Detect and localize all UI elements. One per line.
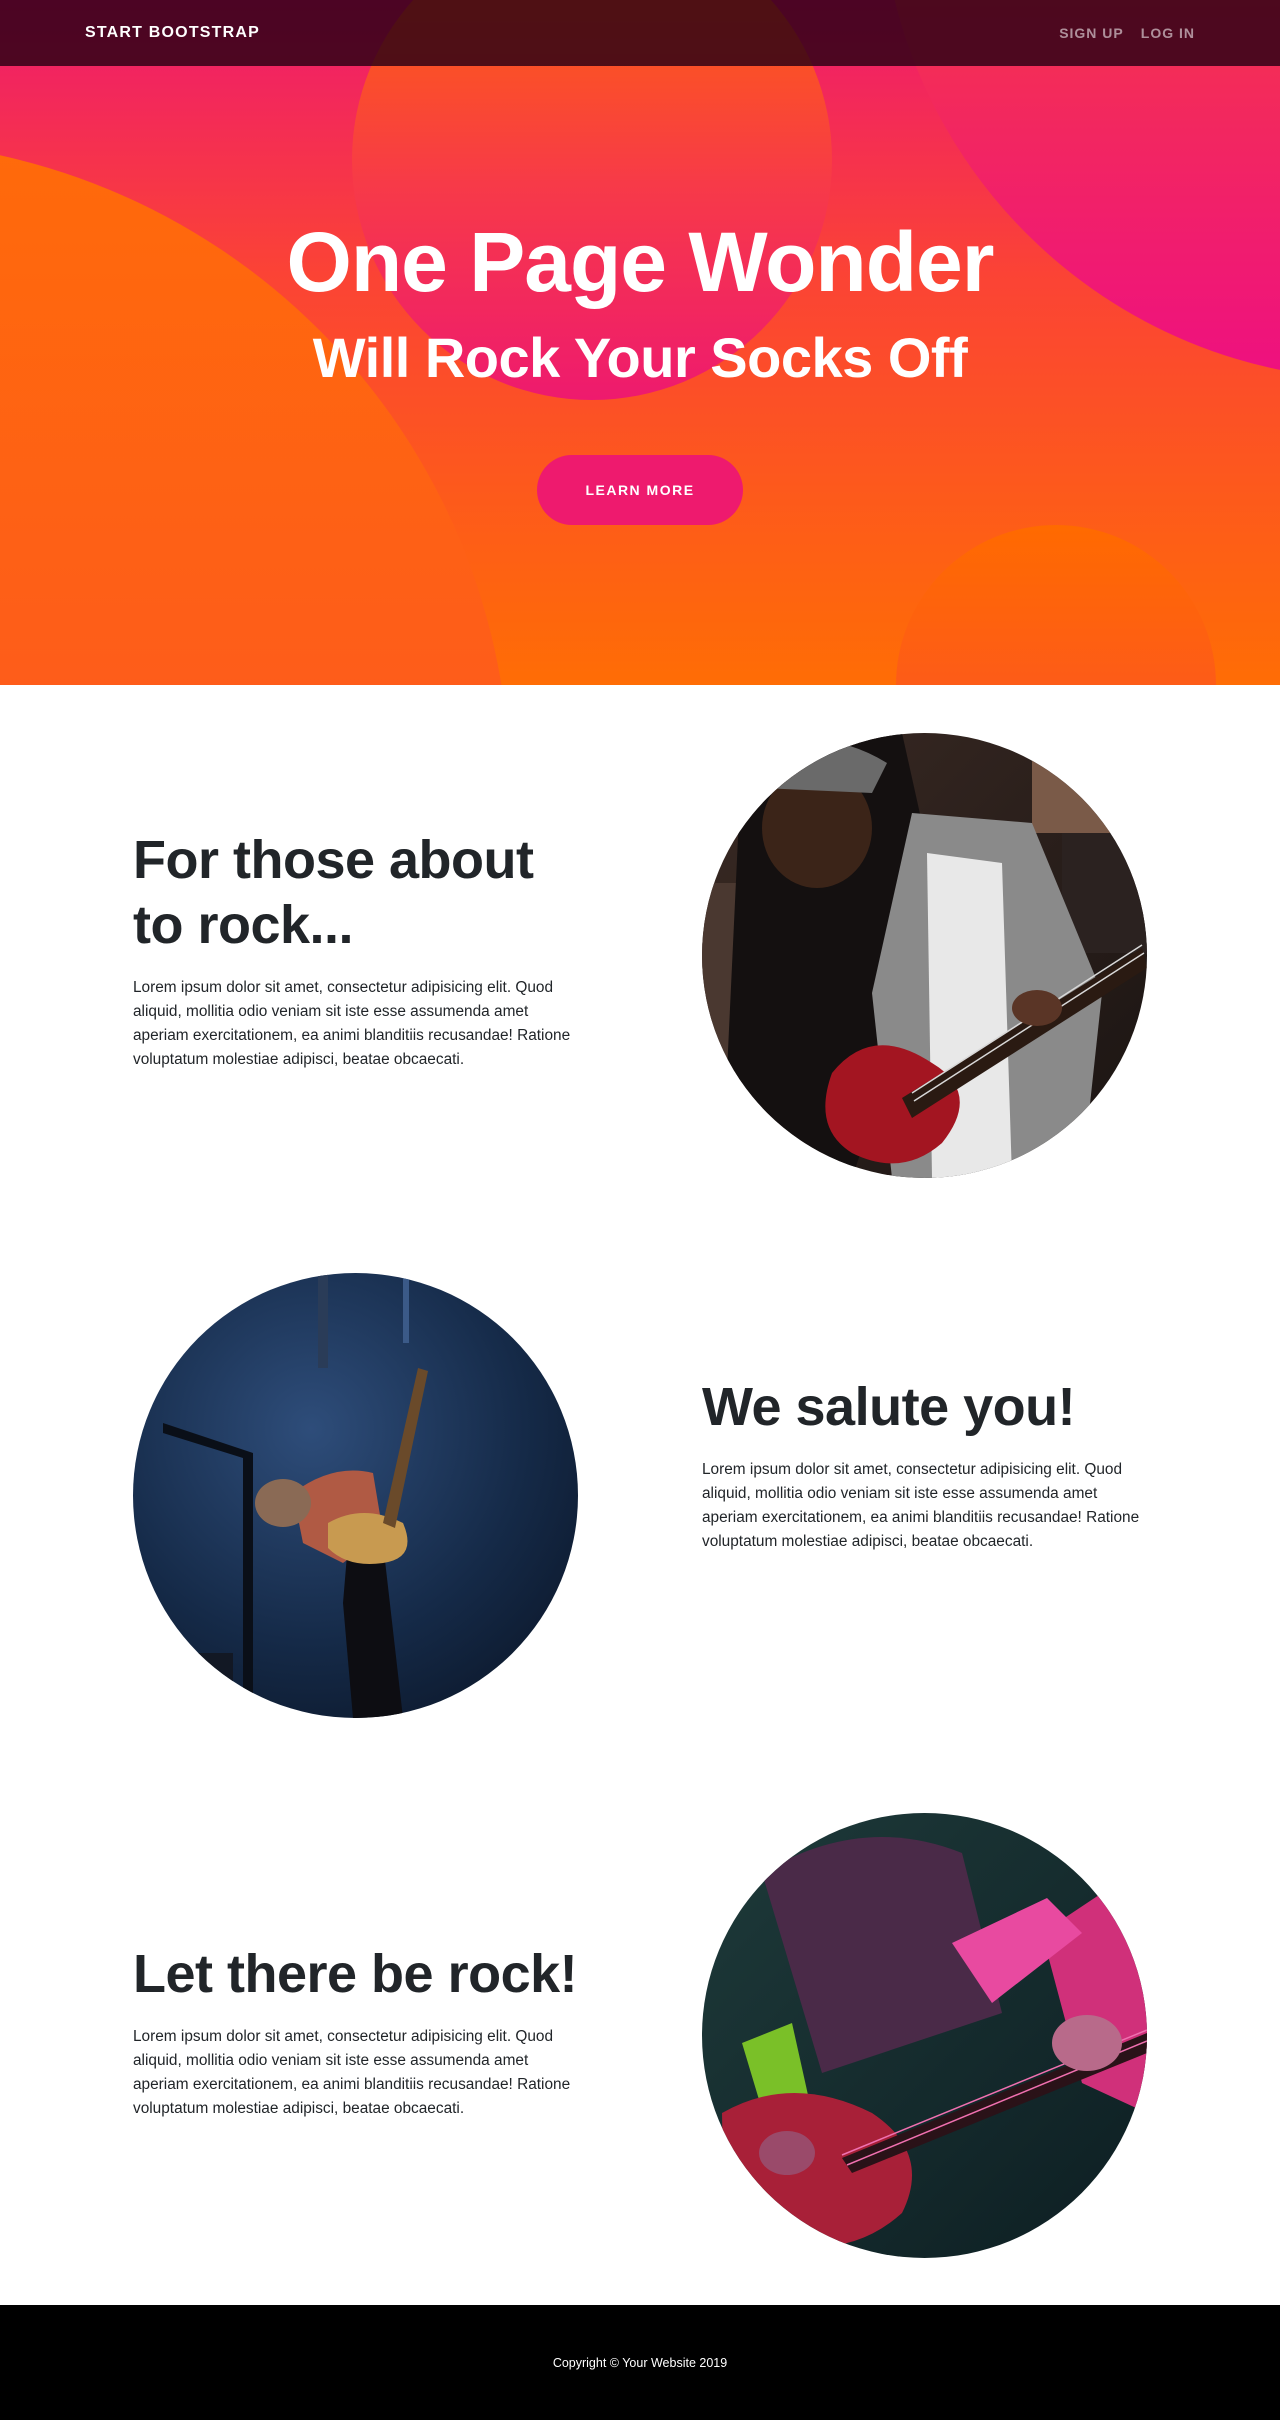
woman-guitar-photo <box>702 733 1147 1178</box>
section-title: We salute you! <box>702 1377 1076 1437</box>
learn-more-button[interactable]: Learn More <box>537 455 743 525</box>
nav-log-in-link[interactable]: Log In <box>1141 25 1195 41</box>
hero-title: One Page Wonder <box>286 215 995 309</box>
guitar-closeup-photo <box>702 1813 1147 2258</box>
section-body: Lorem ipsum dolor sit amet, consectetur … <box>702 1460 1140 1550</box>
section-text: For those about to rock... Lorem ipsum d… <box>133 828 583 1072</box>
hero-subtitle: Will Rock Your Socks Off <box>312 326 968 389</box>
footer-copyright: Copyright © Your Website 2019 <box>552 2355 728 2370</box>
content-section-2: We salute you! Lorem ipsum dolor sit ame… <box>0 1225 1280 1765</box>
brand-link[interactable]: Start Bootstrap <box>85 24 260 42</box>
navbar: Start Bootstrap Sign Up Log In <box>0 0 1280 66</box>
hero-content: One Page Wonder Will Rock Your Socks Off… <box>0 0 1280 685</box>
guitarist-stage-image <box>133 1273 578 1718</box>
hero-masthead: One Page Wonder Will Rock Your Socks Off… <box>0 0 1280 685</box>
section-body: Lorem ipsum dolor sit amet, consectetur … <box>133 2027 571 2117</box>
nav-links: Sign Up Log In <box>1059 25 1195 41</box>
section-title: Let there be rock! <box>133 1944 578 2004</box>
section-title: For those about to rock... <box>133 830 534 955</box>
content-section-3: Let there be rock! Lorem ipsum dolor sit… <box>0 1765 1280 2305</box>
woman-guitar-image <box>702 733 1147 1178</box>
footer: Copyright © Your Website 2019 <box>0 2305 1280 2420</box>
nav-sign-up-link[interactable]: Sign Up <box>1059 25 1124 41</box>
section-text: Let there be rock! Lorem ipsum dolor sit… <box>133 1942 583 2121</box>
section-text: We salute you! Lorem ipsum dolor sit ame… <box>702 1375 1152 1554</box>
section-body: Lorem ipsum dolor sit amet, consectetur … <box>133 978 571 1068</box>
guitar-closeup-image <box>702 1813 1147 2258</box>
guitarist-stage-photo <box>133 1273 578 1718</box>
content-section-1: For those about to rock... Lorem ipsum d… <box>0 685 1280 1225</box>
